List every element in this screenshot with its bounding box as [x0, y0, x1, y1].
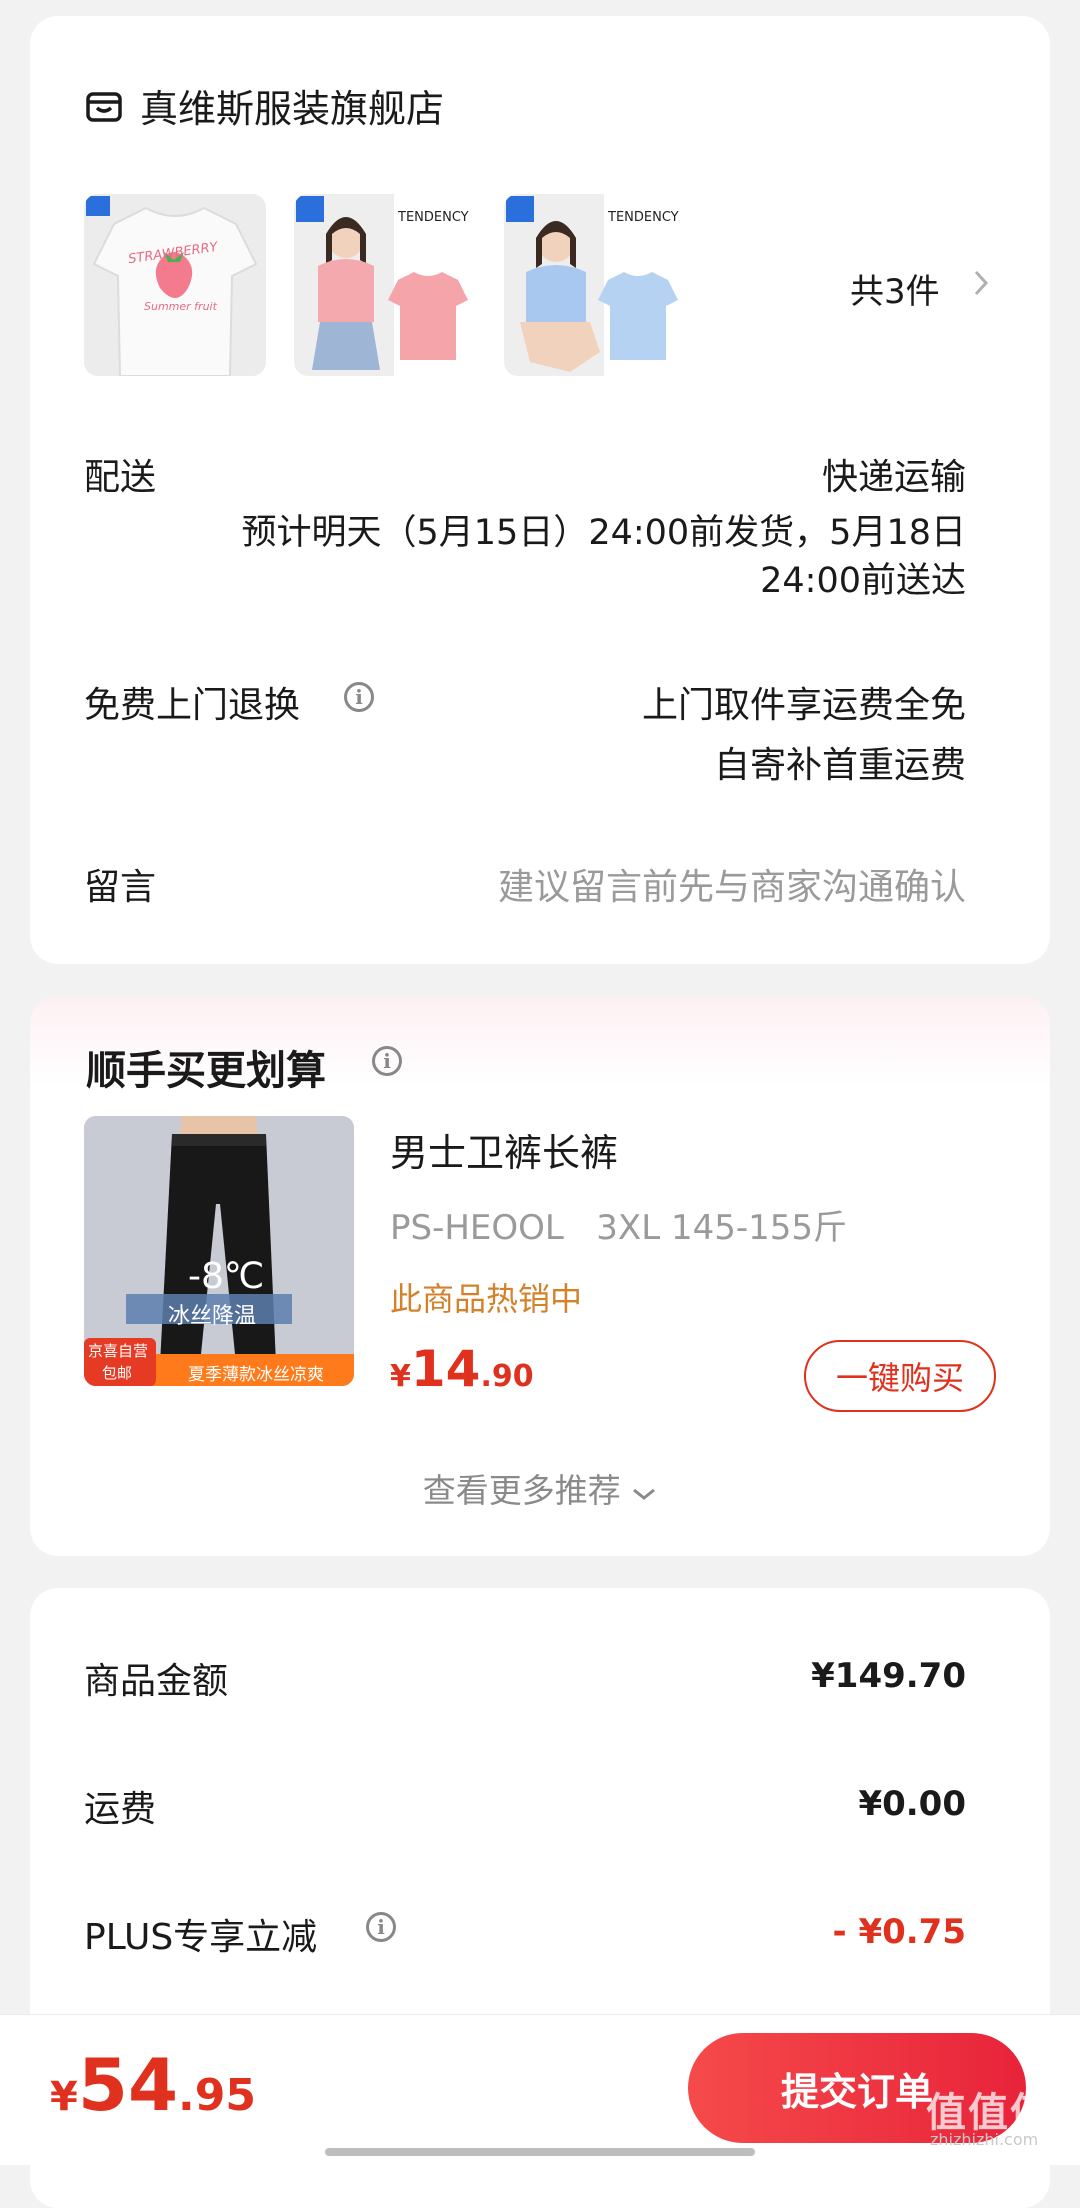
product-thumb-1-subprint: Summer fruit — [144, 300, 217, 313]
promo-image-banner: 夏季薄款冰丝凉爽 — [188, 1365, 324, 1385]
total-price-dec: .95 — [178, 2070, 256, 2121]
checkout-bar: ¥54.95 提交订单 — [0, 2014, 1080, 2165]
delivery-estimate-line1: 预计明天（5月15日）24:00前发货，5月18日 — [241, 513, 966, 553]
item-count[interactable]: 共3件 — [850, 264, 940, 313]
info-icon[interactable]: i — [366, 1912, 396, 1942]
total-price-symbol: ¥ — [50, 2074, 78, 2120]
info-icon[interactable]: i — [372, 1046, 402, 1076]
message-label: 留言 — [84, 867, 157, 908]
promo-product-image[interactable]: -8℃ 冰丝降温 京喜自营 包邮 夏季薄款冰丝凉爽 — [84, 1116, 354, 1386]
info-icon[interactable]: i — [344, 682, 374, 712]
promo-price-symbol: ¥ — [390, 1359, 411, 1394]
chevron-right-icon[interactable] — [972, 268, 990, 302]
product-thumb-2-brand: TENDENCY — [398, 210, 469, 225]
promo-image-tag: 冰丝降温 — [168, 1304, 257, 1329]
returns-label: 免费上门退换 — [84, 685, 301, 726]
total-price: ¥54.95 — [50, 2043, 256, 2127]
promo-price-dec: .90 — [480, 1359, 534, 1394]
subtotal-label: 商品金额 — [84, 1661, 229, 1702]
one-click-buy-button[interactable]: 一键购买 — [804, 1340, 996, 1412]
promo-image-temp: -8℃ — [188, 1256, 265, 1297]
chevron-down-icon — [631, 1471, 657, 1510]
promo-image-badge-top: 京喜自营 — [88, 1342, 149, 1360]
promo-hot-label: 此商品热销中 — [390, 1280, 583, 1318]
promo-price-int: 14 — [410, 1340, 481, 1398]
watermark-url: zhizhizhi.com — [930, 2130, 1039, 2149]
home-indicator[interactable] — [325, 2148, 755, 2156]
promo-product-spec[interactable]: PS-HEOOL 3XL 145-155斤 — [390, 1200, 847, 1249]
subtotal-value: ¥149.70 — [811, 1656, 966, 1696]
returns-line2: 自寄补首重运费 — [713, 745, 966, 786]
more-recommendations-label: 查看更多推荐 — [422, 1471, 621, 1510]
product-thumb-1[interactable]: STRAWBERRY Summer fruit — [84, 194, 266, 376]
delivery-estimate-line2: 24:00前送达 — [760, 561, 966, 601]
delivery-method[interactable]: 快递运输 — [822, 448, 966, 500]
store-name[interactable]: 真维斯服装旗舰店 — [140, 78, 444, 133]
plus-discount-value: - ¥0.75 — [832, 1912, 967, 1952]
store-card: 真维斯服装旗舰店 STRAWBERRY Summer fruit TENDENC… — [30, 16, 1050, 964]
promo-price: ¥14.90 — [390, 1340, 534, 1398]
total-price-int: 54 — [77, 2043, 179, 2127]
delivery-label: 配送 — [84, 457, 157, 498]
product-thumb-2[interactable]: TENDENCY — [294, 194, 476, 376]
more-recommendations-link[interactable]: 查看更多推荐 — [30, 1464, 1050, 1512]
product-thumb-3-brand: TENDENCY — [608, 210, 679, 225]
promo-product-name[interactable]: 男士卫裤长裤 — [390, 1122, 618, 1177]
store-icon — [86, 90, 122, 122]
message-input[interactable]: 建议留言前先与商家沟通确认 — [498, 858, 966, 910]
shipping-fee-label: 运费 — [84, 1789, 157, 1830]
product-thumb-3[interactable]: TENDENCY — [504, 194, 686, 376]
promo-title: 顺手买更划算 — [86, 1048, 326, 1094]
submit-order-label: 提交订单 — [780, 2069, 933, 2114]
shipping-fee-value: ¥0.00 — [858, 1784, 966, 1824]
plus-discount-label: PLUS专享立减 — [84, 1917, 318, 1958]
returns-line1: 上门取件享运费全免 — [641, 685, 966, 726]
promo-image-badge-bottom: 包邮 — [102, 1364, 133, 1382]
promo-card: 顺手买更划算 i -8℃ 冰丝降温 京喜自营 包邮 夏季薄款冰丝凉爽 男士卫裤长… — [30, 996, 1050, 1556]
